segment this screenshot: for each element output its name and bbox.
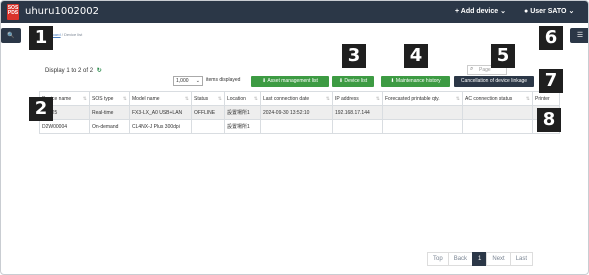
- maintenance-history-button[interactable]: ⬇ Maintenance history: [381, 76, 450, 87]
- pagination: Top Back 1 Next Last: [427, 252, 534, 266]
- badge-8: 8: [537, 108, 561, 132]
- column-header[interactable]: Printer: [532, 91, 560, 106]
- badge-2: 2: [29, 97, 53, 121]
- record-count: Display 1 to 2 of 2 ↻: [45, 67, 102, 74]
- breadcrumb-current: Device list: [63, 32, 83, 37]
- chevron-down-icon: ⌄: [195, 78, 200, 84]
- table-cell: 192.168.17.144: [332, 105, 383, 120]
- refresh-icon[interactable]: ↻: [97, 68, 102, 74]
- sort-icon: ⇅: [525, 95, 530, 102]
- column-label: SOS type: [92, 95, 114, 102]
- table-row[interactable]: D2W00004 On-demand CL4NX-J Plus 300dpi 設…: [39, 119, 560, 134]
- page-next-button[interactable]: Next: [486, 252, 511, 266]
- sort-icon: ⇅: [375, 95, 380, 102]
- column-header[interactable]: SOS type ⇅: [89, 91, 130, 106]
- column-header[interactable]: IP address ⇅: [332, 91, 383, 106]
- cancel-device-linkage-button[interactable]: Cancellation of device linkage: [454, 76, 534, 87]
- column-header[interactable]: Status ⇅: [191, 91, 225, 106]
- table-cell: CL4NX-J Plus 300dpi: [129, 119, 192, 134]
- column-header[interactable]: Forecasted printable qty. ⇅: [382, 91, 463, 106]
- record-count-text: Display 1 to 2 of 2: [45, 68, 94, 74]
- account-title: uhuru1002002: [25, 6, 99, 17]
- sort-icon: ⇅: [325, 95, 330, 102]
- column-label: Printer: [535, 95, 550, 102]
- items-per-page-select[interactable]: 1,000 ⌄: [173, 76, 203, 86]
- logo-text-bottom: PDS: [7, 10, 19, 16]
- column-label: Model name: [132, 95, 160, 102]
- table-cell: D2W00004: [39, 119, 90, 134]
- items-per-page-value: 1,000: [176, 78, 189, 84]
- column-header[interactable]: Last connection date ⇅: [260, 91, 333, 106]
- app-frame: SOS PDS uhuru1002002 + Add device ⌄ ● Us…: [0, 0, 589, 275]
- table-cell: [382, 119, 463, 134]
- table-cell: [260, 119, 333, 134]
- list-icon: ☰: [576, 32, 584, 39]
- sort-icon: ⇅: [217, 95, 222, 102]
- user-icon: ●: [524, 8, 529, 15]
- table-cell: 2024-09-30 13:52:10: [260, 105, 333, 120]
- table-cell: [332, 119, 383, 134]
- breadcrumb-separator: /: [61, 32, 63, 37]
- search-icon: 🔍: [7, 33, 15, 39]
- items-displayed-label: items displayed: [206, 77, 241, 83]
- table-cell: [462, 105, 533, 120]
- plus-icon: +: [455, 8, 460, 15]
- page-current[interactable]: 1: [472, 252, 488, 266]
- table-cell: OFFLINE: [191, 105, 225, 120]
- page-back-button[interactable]: Back: [447, 252, 474, 266]
- column-label: Status: [194, 95, 209, 102]
- badge-7: 7: [539, 69, 563, 93]
- column-header[interactable]: Model name ⇅: [129, 91, 192, 106]
- table-cell: [462, 119, 533, 134]
- badge-4: 4: [404, 44, 428, 68]
- badge-5: 5: [491, 44, 515, 68]
- badge-3: 3: [342, 44, 366, 68]
- chevron-down-icon: ⌄: [500, 8, 506, 15]
- table-row[interactable]: ...0825 Real-time FX3-LX_A0 USB+LAN OFFL…: [39, 105, 560, 120]
- sort-icon: ⇅: [122, 95, 127, 102]
- column-label: AC connection status: [465, 95, 513, 102]
- table-cell: 設置場所1: [224, 105, 261, 120]
- table-header-row: Device name ⇅ SOS type ⇅ Model name ⇅ Statu…: [39, 91, 560, 106]
- magnifier-icon: ⌕: [470, 66, 474, 72]
- sort-icon: ⇅: [82, 95, 87, 102]
- table-cell: FX3-LX_A0 USB+LAN: [129, 105, 192, 120]
- device-table: Device name ⇅ SOS type ⇅ Model name ⇅ Statu…: [39, 91, 560, 134]
- user-menu[interactable]: ● User SATO ⌄: [524, 7, 574, 15]
- menu-toggle-button[interactable]: ☰: [570, 28, 588, 43]
- table-cell: 設置場所1: [224, 119, 261, 134]
- column-header[interactable]: Location ⇅: [224, 91, 261, 106]
- table-cell: [382, 105, 463, 120]
- table-cell: Real-time: [89, 105, 130, 120]
- search-placeholder: Page: [479, 67, 491, 73]
- column-label: Last connection date: [263, 95, 310, 102]
- add-device-label: Add device: [460, 8, 499, 15]
- column-header[interactable]: AC connection status ⇅: [462, 91, 533, 106]
- search-toggle-button[interactable]: 🔍: [1, 28, 21, 43]
- column-label: Location: [227, 95, 246, 102]
- chevron-down-icon: ⌄: [568, 8, 575, 15]
- badge-1: 1: [29, 26, 53, 50]
- top-navbar: SOS PDS uhuru1002002 + Add device ⌄ ● Us…: [1, 1, 588, 23]
- asset-management-list-button[interactable]: ⬇ Asset management list: [251, 76, 329, 87]
- sort-icon: ⇅: [184, 95, 189, 102]
- table-cell: On-demand: [89, 119, 130, 134]
- page-top-button[interactable]: Top: [427, 252, 449, 266]
- column-label: IP address: [335, 95, 359, 102]
- sort-icon: ⇅: [455, 95, 460, 102]
- sort-icon: ⇅: [253, 95, 258, 102]
- add-device-menu[interactable]: + Add device ⌄: [455, 7, 506, 15]
- column-label: Forecasted printable qty.: [385, 95, 440, 102]
- page-last-button[interactable]: Last: [509, 252, 534, 266]
- sos-logo[interactable]: SOS PDS: [7, 4, 19, 20]
- table-cell: [191, 119, 225, 134]
- user-name-label: User SATO: [530, 8, 567, 15]
- badge-6: 6: [539, 26, 563, 50]
- device-list-button[interactable]: ⬇ Device list: [332, 76, 374, 87]
